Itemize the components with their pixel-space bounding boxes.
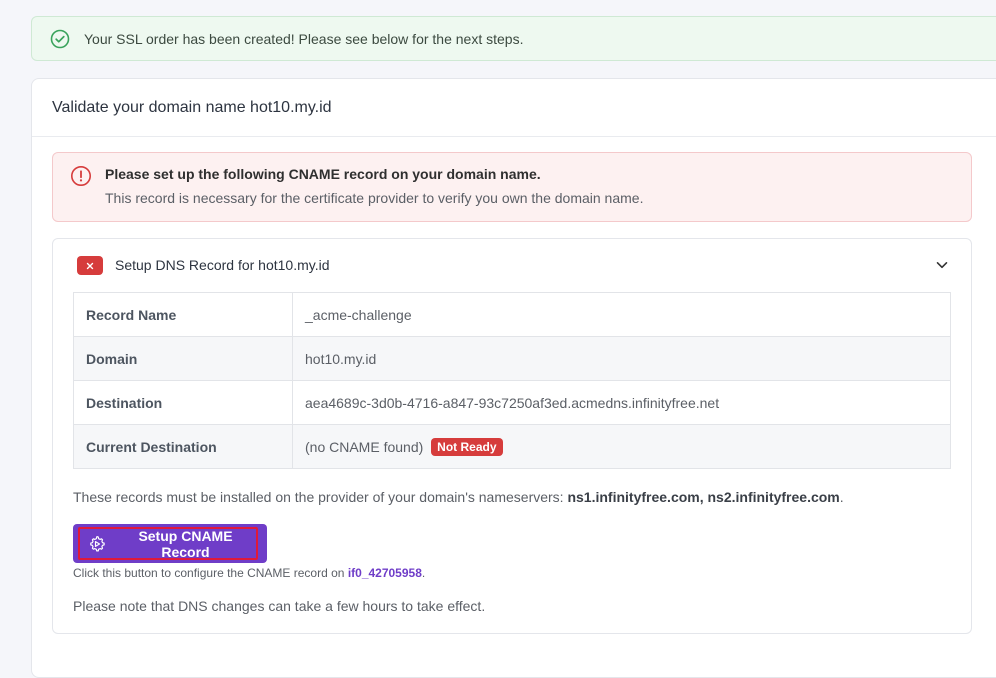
current-destination-label: Current Destination [73,424,293,469]
validation-card: Validate your domain name hot10.my.id Pl… [31,78,996,678]
dns-record-panel: Setup DNS Record for hot10.my.id Record … [52,238,972,634]
hint-suffix: . [421,566,426,580]
nameservers-suffix: . [839,489,844,505]
dns-propagation-note: Please note that DNS changes can take a … [73,598,486,614]
button-hint: Click this button to configure the CNAME… [73,566,425,580]
success-message: Your SSL order has been created! Please … [84,30,524,47]
current-destination-cell: (no CNAME found) Not Ready [292,424,951,469]
nameservers-list: ns1.infinityfree.com, ns2.infinityfree.c… [567,489,840,505]
card-title: Validate your domain name hot10.my.id [32,79,996,137]
account-link[interactable]: if0_42705958 [348,566,422,580]
domain-value: hot10.my.id [292,336,951,381]
nameservers-prefix: These records must be installed on the p… [73,489,564,505]
chevron-down-icon[interactable] [935,258,949,272]
alert-description: This record is necessary for the certifi… [105,190,644,206]
setup-cname-button[interactable]: Setup CNAME Record [73,524,267,563]
table-row: Destination aea4689c-3d0b-4716-a847-93c7… [73,380,951,425]
cname-instruction-alert: Please set up the following CNAME record… [52,152,972,222]
table-row: Record Name _acme-challenge [73,292,951,337]
domain-label: Domain [73,336,293,381]
alert-title: Please set up the following CNAME record… [105,166,541,182]
success-alert: Your SSL order has been created! Please … [31,16,996,61]
record-name-value: _acme-challenge [292,292,951,337]
nameservers-text: These records must be installed on the p… [73,489,844,505]
dns-record-table: Record Name _acme-challenge Domain hot10… [73,292,951,469]
dns-panel-title: Setup DNS Record for hot10.my.id [115,257,330,273]
current-destination-value: (no CNAME found) [305,438,424,455]
hint-prefix: Click this button to configure the CNAME… [73,566,345,580]
setup-cname-button-label: Setup CNAME Record [138,527,233,560]
status-badge: Not Ready [431,437,503,456]
destination-value: aea4689c-3d0b-4716-a847-93c7250af3ed.acm… [292,380,951,425]
dns-panel-header[interactable]: Setup DNS Record for hot10.my.id [53,239,971,291]
setup-cname-button-focus: Setup CNAME Record [78,527,258,560]
gear-icon [88,535,106,553]
check-circle-icon [50,29,70,49]
table-row: Domain hot10.my.id [73,336,951,381]
record-name-label: Record Name [73,292,293,337]
x-mark-icon [77,256,103,275]
destination-label: Destination [73,380,293,425]
exclamation-circle-icon [70,165,92,187]
table-row: Current Destination (no CNAME found) Not… [73,424,951,469]
